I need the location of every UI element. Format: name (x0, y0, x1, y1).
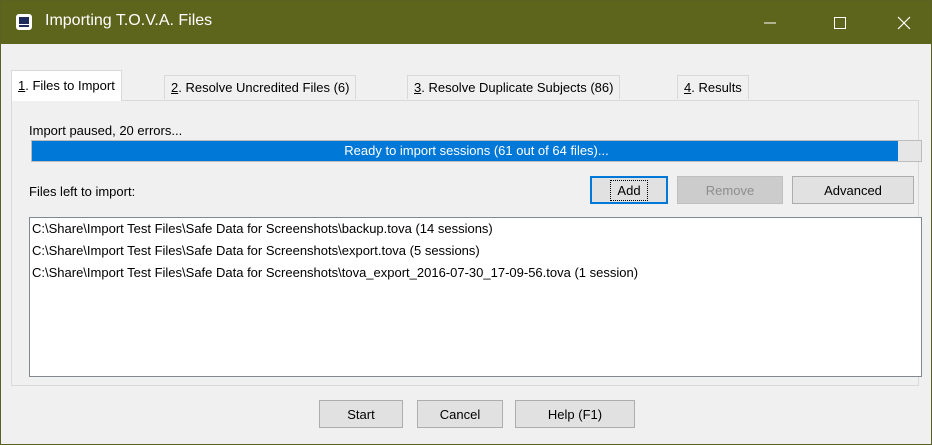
list-item[interactable]: C:\Share\Import Test Files\Safe Data for… (30, 262, 921, 284)
files-listbox[interactable]: C:\Share\Import Test Files\Safe Data for… (29, 217, 922, 377)
files-left-label: Files left to import: (29, 184, 136, 199)
start-button[interactable]: Start (319, 400, 403, 428)
tab-resolve-uncredited-files[interactable]: 2. Resolve Uncredited Files (6) (164, 75, 357, 99)
cancel-button-label: Cancel (439, 406, 481, 422)
help-button[interactable]: Help (F1) (515, 400, 635, 428)
remove-button-label: Remove (705, 182, 755, 198)
tab-label: . Results (691, 80, 742, 95)
close-icon (897, 16, 911, 29)
advanced-button-label: Advanced (824, 182, 882, 198)
minimize-icon (764, 22, 776, 23)
minimize-button[interactable] (747, 1, 793, 44)
client-area: 1. Files to Import 2. Resolve Uncredited… (1, 44, 931, 444)
maximize-button[interactable] (817, 1, 863, 44)
tab-resolve-duplicate-subjects[interactable]: 3. Resolve Duplicate Subjects (86) (407, 75, 621, 99)
list-item[interactable]: C:\Share\Import Test Files\Safe Data for… (30, 218, 921, 240)
title-bar[interactable]: Importing T.O.V.A. Files (1, 1, 931, 44)
cancel-button[interactable]: Cancel (417, 400, 503, 428)
tab-results[interactable]: 4. Results (677, 75, 749, 99)
start-button-label: Start (347, 406, 375, 422)
advanced-button[interactable]: Advanced (792, 176, 914, 204)
tab-label: . Files to Import (25, 78, 115, 93)
add-button-label: Add (610, 179, 648, 201)
import-progress-bar: Ready to import sessions (61 out of 64 f… (31, 140, 922, 162)
tab-label: . Resolve Uncredited Files (6) (178, 80, 350, 95)
import-window: Importing T.O.V.A. Files 1. Files to Imp… (0, 0, 932, 445)
app-icon (16, 14, 32, 30)
help-button-label: Help (F1) (547, 406, 603, 422)
tab-files-to-import[interactable]: 1. Files to Import (11, 70, 122, 101)
tab-label: . Resolve Duplicate Subjects (86) (421, 80, 614, 95)
maximize-icon (834, 16, 846, 29)
remove-button[interactable]: Remove (677, 176, 783, 204)
add-button[interactable]: Add (590, 176, 668, 204)
close-button[interactable] (881, 1, 927, 44)
import-status-text: Import paused, 20 errors... (29, 123, 183, 138)
list-item[interactable]: C:\Share\Import Test Files\Safe Data for… (30, 240, 921, 262)
window-title: Importing T.O.V.A. Files (45, 12, 213, 29)
progress-label: Ready to import sessions (61 out of 64 f… (344, 143, 609, 158)
